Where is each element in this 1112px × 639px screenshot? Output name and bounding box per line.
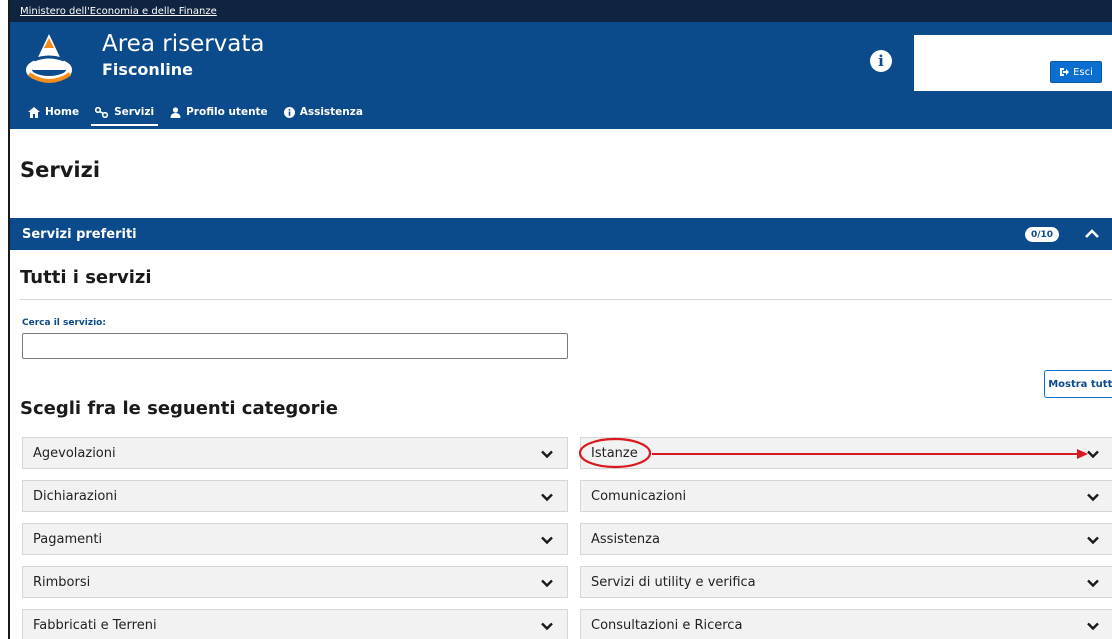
- category-dichiarazioni[interactable]: Dichiarazioni: [22, 480, 568, 512]
- user-icon: [170, 106, 181, 118]
- category-label: Rimborsi: [33, 574, 91, 590]
- page-title: Servizi: [20, 158, 101, 182]
- chevron-down-icon: [541, 493, 553, 502]
- chevron-down-icon: [1087, 536, 1099, 545]
- logout-button[interactable]: Esci: [1050, 61, 1102, 83]
- chevron-down-icon: [1087, 622, 1099, 631]
- category-agevolazioni[interactable]: Agevolazioni: [22, 437, 568, 469]
- category-servizi-utility[interactable]: Servizi di utility e verifica: [580, 566, 1112, 598]
- nav-profilo[interactable]: Profilo utente: [162, 95, 276, 129]
- nav-assistenza[interactable]: Assistenza: [276, 95, 371, 129]
- category-label: Istanze: [591, 445, 638, 461]
- category-assistenza[interactable]: Assistenza: [580, 523, 1112, 555]
- favorites-count-badge: 0/10: [1025, 227, 1059, 242]
- logout-label: Esci: [1073, 66, 1093, 78]
- header: Area riservata Fisconline i Esci: [10, 22, 1112, 95]
- nav-home[interactable]: Home: [20, 95, 87, 129]
- category-label: Dichiarazioni: [33, 488, 118, 504]
- category-label: Agevolazioni: [33, 445, 116, 461]
- category-label: Fabbricati e Terreni: [33, 617, 157, 633]
- page: Ministero dell'Economia e delle Finanze …: [8, 0, 1112, 639]
- show-all-button[interactable]: Mostra tutti: [1044, 370, 1112, 398]
- chevron-down-icon: [541, 536, 553, 545]
- info-icon[interactable]: i: [870, 50, 892, 72]
- category-label: Servizi di utility e verifica: [591, 574, 756, 590]
- favorites-bar[interactable]: Servizi preferiti 0/10: [10, 218, 1112, 250]
- chevron-down-icon: [1087, 579, 1099, 588]
- nav-profilo-label: Profilo utente: [186, 106, 268, 118]
- main-nav: Home Servizi Profilo utente Assistenza: [10, 95, 1112, 129]
- category-label: Consultazioni e Ricerca: [591, 617, 743, 633]
- nav-home-label: Home: [45, 106, 80, 118]
- chevron-down-icon: [541, 622, 553, 631]
- category-label: Comunicazioni: [591, 488, 687, 504]
- home-icon: [28, 106, 40, 118]
- services-icon: [95, 106, 109, 118]
- search-label: Cerca il servizio:: [22, 318, 106, 328]
- divider: [20, 299, 1112, 300]
- header-title: Area riservata: [102, 31, 265, 57]
- category-consultazioni[interactable]: Consultazioni e Ricerca: [580, 609, 1112, 639]
- nav-servizi[interactable]: Servizi: [87, 95, 162, 129]
- categories-title: Scegli fra le seguenti categorie: [20, 398, 338, 419]
- header-subtitle: Fisconline: [102, 60, 194, 79]
- brand: Area riservata Fisconline: [102, 30, 265, 82]
- category-fabbricati-terreni[interactable]: Fabbricati e Terreni: [22, 609, 568, 639]
- favorites-label: Servizi preferiti: [22, 226, 137, 242]
- nav-assistenza-label: Assistenza: [299, 106, 363, 118]
- chevron-down-icon: [1087, 450, 1099, 459]
- category-comunicazioni[interactable]: Comunicazioni: [580, 480, 1112, 512]
- info-circle-icon: [283, 106, 295, 118]
- ministry-strip: Ministero dell'Economia e delle Finanze: [10, 0, 1112, 22]
- category-istanze[interactable]: Istanze: [580, 437, 1112, 469]
- category-pagamenti[interactable]: Pagamenti: [22, 523, 568, 555]
- agenzia-entrate-logo-icon: [26, 34, 72, 83]
- chevron-down-icon: [541, 450, 553, 459]
- search-input[interactable]: [22, 333, 568, 359]
- user-box: Esci: [914, 35, 1112, 91]
- category-label: Pagamenti: [33, 531, 103, 547]
- chevron-down-icon: [1087, 493, 1099, 502]
- nav-servizi-label: Servizi: [114, 106, 155, 118]
- ministry-link[interactable]: Ministero dell'Economia e delle Finanze: [20, 6, 217, 17]
- chevron-up-icon[interactable]: [1082, 224, 1102, 244]
- category-rimborsi[interactable]: Rimborsi: [22, 566, 568, 598]
- all-services-title: Tutti i servizi: [20, 267, 152, 288]
- chevron-down-icon: [541, 579, 553, 588]
- sign-out-icon: [1060, 68, 1070, 76]
- category-label: Assistenza: [591, 531, 660, 547]
